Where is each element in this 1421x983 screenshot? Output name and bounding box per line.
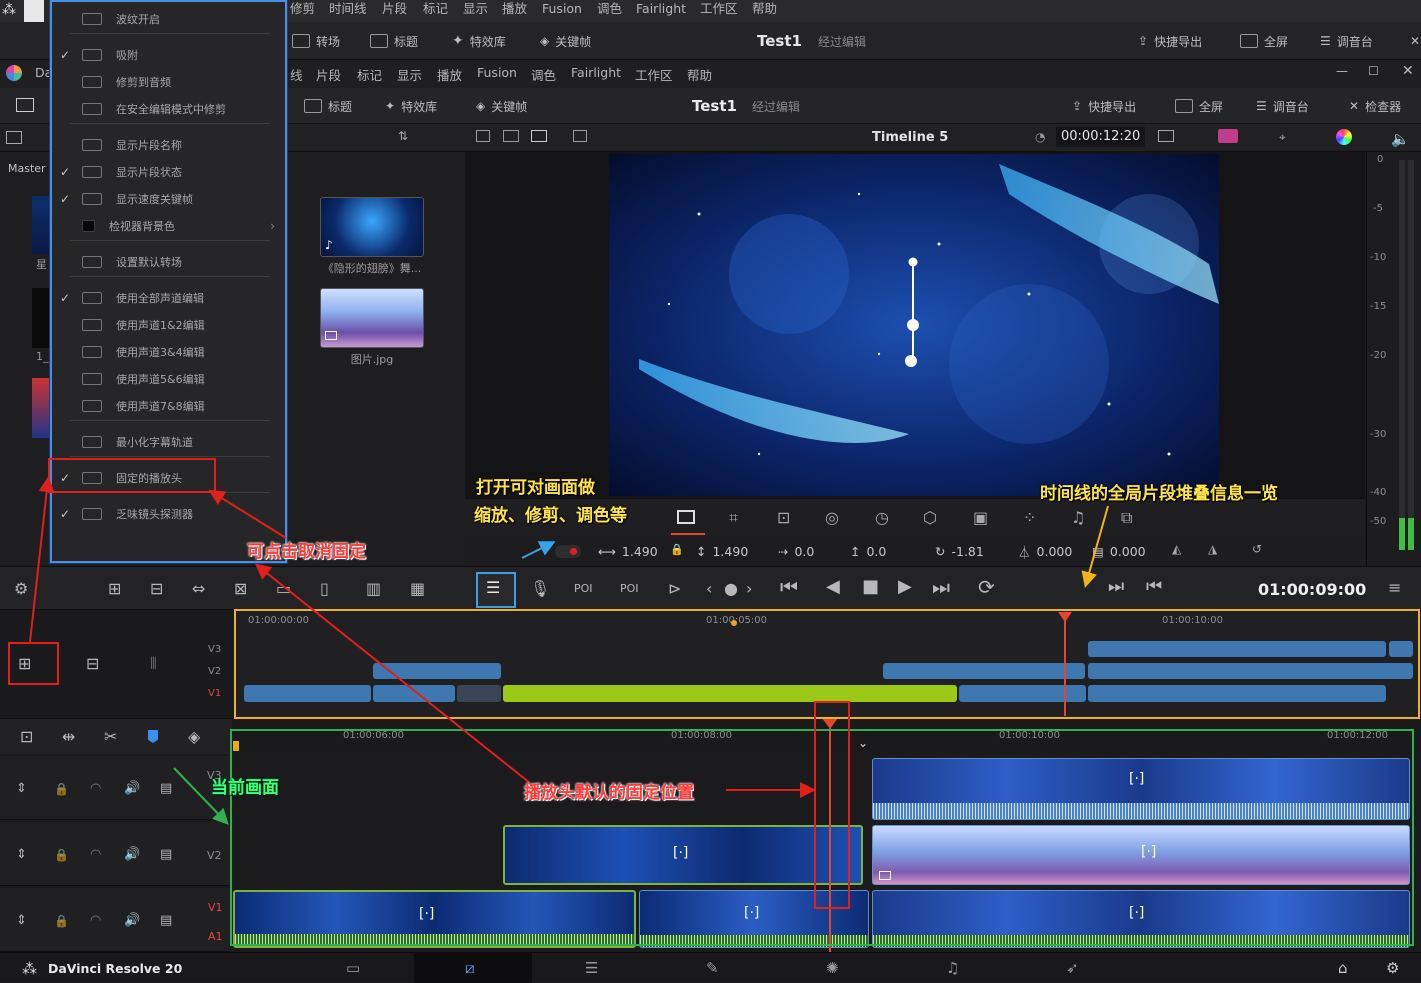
annotation-current-frame: 当前画面 (211, 778, 279, 798)
annotation-open-viewer-1: 打开可对画面做 (476, 478, 595, 498)
annotation-overview: 时间线的全局片段堆叠信息一览 (1040, 484, 1278, 504)
annotation-open-viewer-2: 缩放、修剪、调色等 (474, 506, 627, 526)
annotation-playhead-position: 播放头默认的固定位置 (524, 783, 694, 803)
annotation-uncheck: 可点击取消固定 (247, 542, 366, 562)
